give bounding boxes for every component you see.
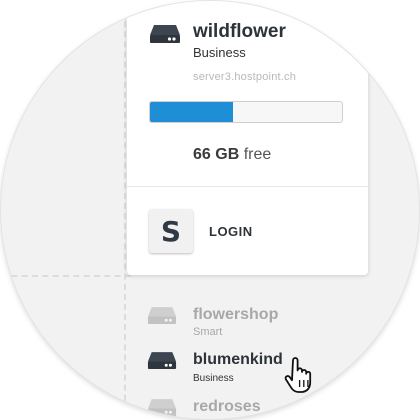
dashed-guide-horizontal [1, 275, 131, 277]
login-logo-tile[interactable]: S [149, 209, 193, 253]
server-icon [147, 306, 177, 325]
server-name: flowershop [193, 306, 279, 323]
storage-usage-fill [150, 102, 233, 122]
storage-free-label: free [243, 146, 272, 163]
server-icon [147, 398, 177, 417]
server-plan: Smart [193, 326, 223, 338]
active-server-host: server3.hostpoint.ch [193, 71, 297, 83]
login-button[interactable]: LOGIN [209, 224, 253, 239]
server-plan: Business [193, 373, 234, 384]
magnifier-lens: wildflower Business server3.hostpoint.ch… [1, 1, 419, 419]
dashed-guide-vertical [124, 1, 126, 419]
hand-pointer-icon [284, 357, 316, 400]
server-dropdown-card: wildflower Business server3.hostpoint.ch… [127, 1, 368, 275]
card-divider [127, 186, 368, 187]
server-icon [149, 24, 181, 44]
server-name: redroses [193, 398, 261, 415]
active-server-plan: Business [193, 45, 246, 60]
active-server-name[interactable]: wildflower [193, 21, 286, 43]
storage-free-text: 66 GB free [193, 146, 271, 164]
server-icon [147, 351, 177, 370]
storage-usage-bar [149, 101, 343, 123]
s-logo-icon: S [160, 214, 182, 248]
server-name: blumenkind [193, 351, 283, 368]
storage-free-amount: 66 GB [193, 146, 240, 163]
